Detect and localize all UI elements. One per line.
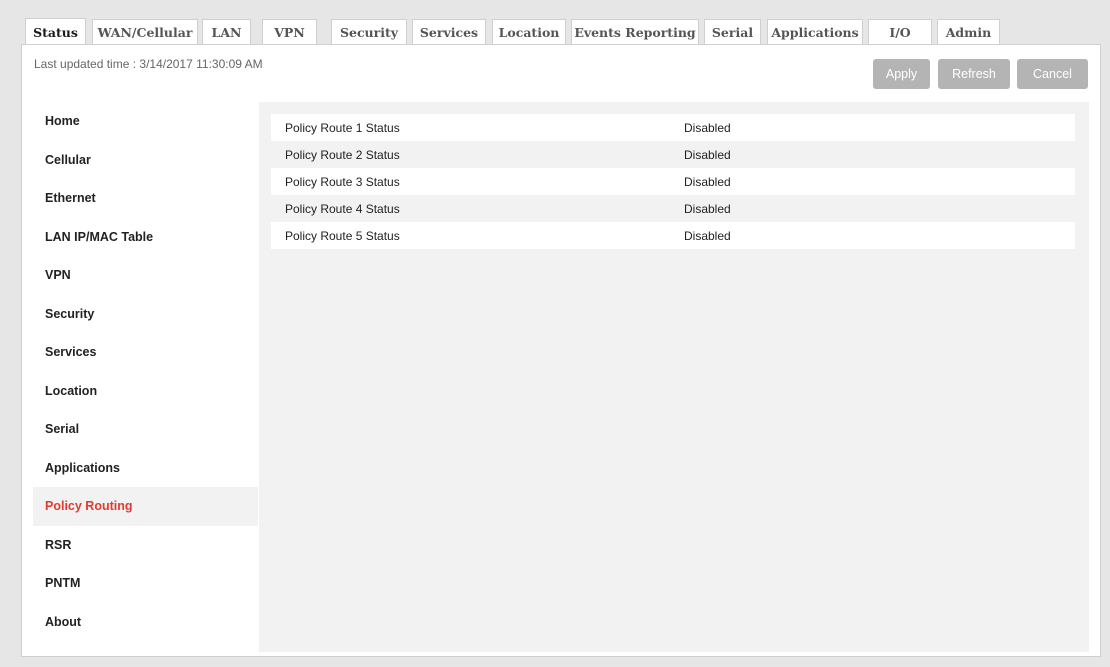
row-label: Policy Route 3 Status [285,174,400,189]
tab-status[interactable]: Status [25,18,86,45]
tab-admin[interactable]: Admin [937,19,1000,45]
sidebar-item-home[interactable]: Home [33,102,258,141]
apply-button[interactable]: Apply [873,59,930,89]
sidebar-item-cellular[interactable]: Cellular [33,141,258,180]
tab-serial[interactable]: Serial [704,19,761,45]
tab-io[interactable]: I/O [868,19,932,45]
cancel-button[interactable]: Cancel [1017,59,1088,89]
sidebar-item-serial[interactable]: Serial [33,410,258,449]
tab-lan[interactable]: LAN [202,19,251,45]
row-value: Disabled [684,174,731,189]
table-row: Policy Route 2 Status Disabled [271,141,1075,168]
row-label: Policy Route 5 Status [285,228,400,243]
sidebar-item-vpn[interactable]: VPN [33,256,258,295]
tab-location[interactable]: Location [492,19,566,45]
sidebar-item-location[interactable]: Location [33,372,258,411]
sidebar-item-services[interactable]: Services [33,333,258,372]
row-label: Policy Route 2 Status [285,147,400,162]
tab-services[interactable]: Services [412,19,486,45]
tab-wan-cellular[interactable]: WAN/Cellular [92,19,198,45]
sidebar-item-ethernet[interactable]: Ethernet [33,179,258,218]
sidebar-nav: Home Cellular Ethernet LAN IP/MAC Table … [33,102,258,641]
main-panel: Last updated time : 3/14/2017 11:30:09 A… [21,44,1101,657]
row-value: Disabled [684,228,731,243]
sidebar-item-rsr[interactable]: RSR [33,526,258,565]
sidebar-item-about[interactable]: About [33,603,258,642]
table-row: Policy Route 1 Status Disabled [271,114,1075,141]
table-row: Policy Route 3 Status Disabled [271,168,1075,195]
table-row: Policy Route 5 Status Disabled [271,222,1075,249]
sidebar-item-applications[interactable]: Applications [33,449,258,488]
policy-routing-status-area: Policy Route 1 Status Disabled Policy Ro… [259,102,1089,652]
row-label: Policy Route 4 Status [285,201,400,216]
row-value: Disabled [684,147,731,162]
row-label: Policy Route 1 Status [285,120,400,135]
row-value: Disabled [684,201,731,216]
sidebar-item-lan-ip-mac-table[interactable]: LAN IP/MAC Table [33,218,258,257]
tab-security[interactable]: Security [331,19,407,45]
sidebar-item-pntm[interactable]: PNTM [33,564,258,603]
refresh-button[interactable]: Refresh [938,59,1010,89]
row-value: Disabled [684,120,731,135]
sidebar-item-security[interactable]: Security [33,295,258,334]
sidebar-item-policy-routing[interactable]: Policy Routing [33,487,258,526]
tab-events-reporting[interactable]: Events Reporting [571,19,699,45]
table-row: Policy Route 4 Status Disabled [271,195,1075,222]
top-tab-bar: Status WAN/Cellular LAN VPN Security Ser… [21,0,1101,45]
last-updated-time: Last updated time : 3/14/2017 11:30:09 A… [34,57,263,71]
tab-applications[interactable]: Applications [767,19,863,45]
tab-vpn[interactable]: VPN [262,19,317,45]
